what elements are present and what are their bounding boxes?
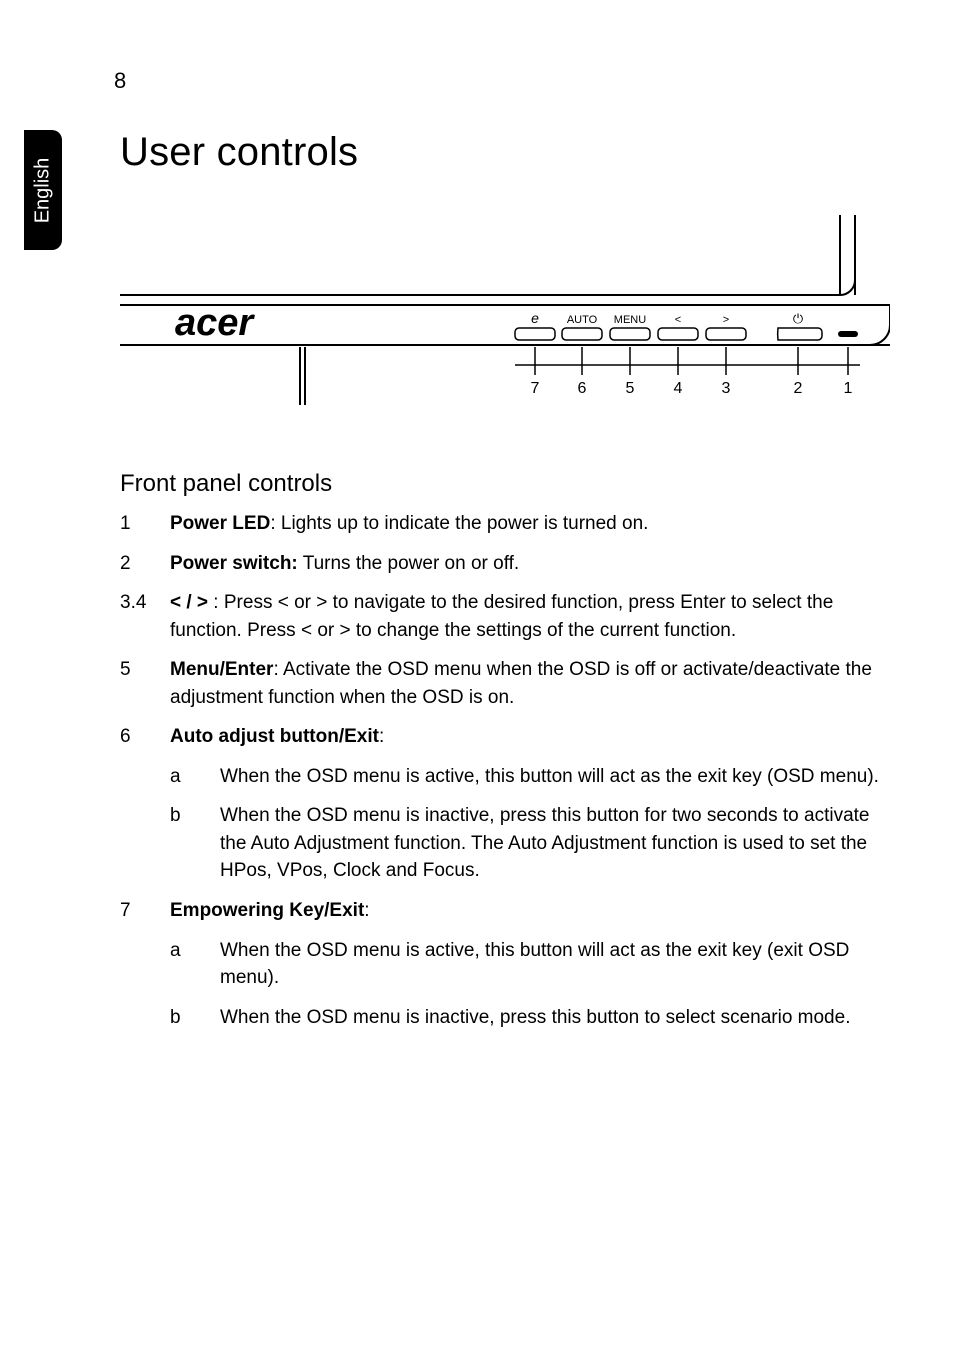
auto-label: AUTO xyxy=(567,314,598,326)
callout-4: 4 xyxy=(674,380,683,397)
content: User controls acer xyxy=(120,130,890,1043)
language-tab-label: English xyxy=(32,157,55,223)
item-label: Menu/Enter xyxy=(170,659,273,680)
item-num: 3.4 xyxy=(120,589,170,644)
list-item: 1 Power LED: Lights up to indicate the p… xyxy=(120,510,890,538)
item-sep: : xyxy=(273,659,283,680)
item-label: Power LED xyxy=(170,513,270,534)
sub-key: a xyxy=(120,763,220,791)
item-body: < / > : Press < or > to navigate to the … xyxy=(170,589,890,644)
item-text: Lights up to indicate the power is turne… xyxy=(281,513,649,534)
sub-key: b xyxy=(120,802,220,885)
item-sep: : xyxy=(364,900,369,921)
item-body: Empowering Key/Exit: xyxy=(170,897,890,925)
item-body: Power LED: Lights up to indicate the pow… xyxy=(170,510,890,538)
control-panel-diagram: acer e AUTO MENU < xyxy=(120,215,890,420)
page-number: 8 xyxy=(114,68,126,94)
item-text: Press < or > to navigate to the desired … xyxy=(170,592,833,641)
item-body: Auto adjust button/Exit: xyxy=(170,723,890,751)
list-item: 2 Power switch: Turns the power on or of… xyxy=(120,550,890,578)
item-num: 5 xyxy=(120,656,170,711)
language-tab: English xyxy=(24,130,62,250)
item-sep: : xyxy=(208,592,224,613)
right-label: > xyxy=(723,314,729,326)
section-heading: Front panel controls xyxy=(120,470,890,498)
controls-list: 1 Power LED: Lights up to indicate the p… xyxy=(120,510,890,1031)
item-text: Turns the power on or off. xyxy=(303,553,520,574)
callout-7: 7 xyxy=(531,380,540,397)
sub-text: When the OSD menu is active, this button… xyxy=(220,937,890,992)
sub-item: b When the OSD menu is inactive, press t… xyxy=(120,1004,890,1032)
item-num: 6 xyxy=(120,723,170,751)
list-item: 3.4 < / > : Press < or > to navigate to … xyxy=(120,589,890,644)
callout-6: 6 xyxy=(578,380,587,397)
item-num: 7 xyxy=(120,897,170,925)
sub-key: b xyxy=(120,1004,220,1032)
list-item: 5 Menu/Enter: Activate the OSD menu when… xyxy=(120,656,890,711)
callout-1: 1 xyxy=(844,380,853,397)
empower-icon: e xyxy=(531,310,539,326)
item-label: < / > xyxy=(170,592,208,613)
sub-key: a xyxy=(120,937,220,992)
item-body: Power switch: Turns the power on or off. xyxy=(170,550,890,578)
item-label: Empowering Key/Exit xyxy=(170,900,364,921)
list-item: 6 Auto adjust button/Exit: xyxy=(120,723,890,751)
power-icon: ⏻ xyxy=(793,311,803,326)
item-sep: : xyxy=(379,726,384,747)
callout-3: 3 xyxy=(722,380,731,397)
sub-text: When the OSD menu is inactive, press thi… xyxy=(220,1004,890,1032)
callout-5: 5 xyxy=(626,380,635,397)
item-label: Auto adjust button/Exit xyxy=(170,726,379,747)
item-num: 2 xyxy=(120,550,170,578)
item-sep: : xyxy=(270,513,281,534)
callout-2: 2 xyxy=(794,380,803,397)
left-label: < xyxy=(675,314,681,326)
item-body: Menu/Enter: Activate the OSD menu when t… xyxy=(170,656,890,711)
item-label: Power switch: xyxy=(170,553,298,574)
list-item: 7 Empowering Key/Exit: xyxy=(120,897,890,925)
sub-item: a When the OSD menu is active, this butt… xyxy=(120,763,890,791)
page-title: User controls xyxy=(120,130,890,175)
item-num: 1 xyxy=(120,510,170,538)
brand-logo: acer xyxy=(175,302,255,344)
sub-item: a When the OSD menu is active, this butt… xyxy=(120,937,890,992)
sub-item: b When the OSD menu is inactive, press t… xyxy=(120,802,890,885)
sub-text: When the OSD menu is active, this button… xyxy=(220,763,890,791)
menu-label: MENU xyxy=(614,314,646,326)
sub-text: When the OSD menu is inactive, press thi… xyxy=(220,802,890,885)
